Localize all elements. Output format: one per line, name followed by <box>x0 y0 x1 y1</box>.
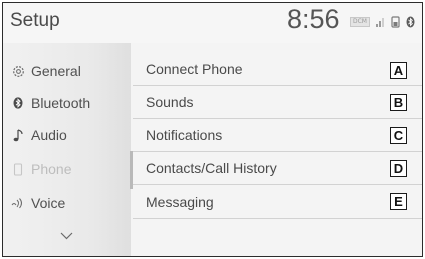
sidebar-item-label: General <box>31 63 81 79</box>
callout-label-d: D <box>390 160 407 177</box>
menu-item-label: Notifications <box>146 127 223 143</box>
menu-list: Connect Phone Sounds Notifications Conta… <box>133 43 422 256</box>
menu-item-label: Messaging <box>146 194 214 210</box>
menu-item-sounds[interactable]: Sounds <box>133 86 422 119</box>
sidebar: General Bluetooth Audio Phone Voice <box>3 43 133 256</box>
phone-battery-icon <box>391 16 400 28</box>
sidebar-item-bluetooth[interactable]: Bluetooth <box>3 87 131 119</box>
bluetooth-status-icon <box>406 16 415 28</box>
dcm-badge: DCM <box>350 17 370 27</box>
status-icons: DCM <box>350 15 415 29</box>
chevron-down-icon[interactable] <box>60 227 73 245</box>
menu-item-messaging[interactable]: Messaging <box>133 186 422 219</box>
menu-item-contacts-call-history[interactable]: Contacts/Call History <box>133 152 422 185</box>
page-title: Setup <box>10 10 60 31</box>
menu-item-label: Connect Phone <box>146 61 243 77</box>
sidebar-item-voice[interactable]: Voice <box>3 187 131 219</box>
voice-icon <box>11 196 25 210</box>
callout-label-a: A <box>390 62 407 79</box>
phone-icon <box>11 162 25 176</box>
sidebar-item-phone[interactable]: Phone <box>3 153 131 185</box>
clock: 8:56 <box>287 4 340 34</box>
gear-icon <box>11 64 25 78</box>
signal-icon <box>376 17 385 27</box>
sidebar-item-label: Phone <box>31 161 72 177</box>
sidebar-item-audio[interactable]: Audio <box>3 119 131 151</box>
callout-label-c: C <box>390 127 407 144</box>
sidebar-item-label: Audio <box>31 127 67 143</box>
callout-label-b: B <box>390 94 407 111</box>
setup-screen: Setup 8:56 DCM General Bluetooth Audio P… <box>2 2 423 257</box>
menu-item-label: Sounds <box>146 94 194 110</box>
menu-item-notifications[interactable]: Notifications <box>133 119 422 152</box>
sidebar-item-label: Bluetooth <box>31 95 91 111</box>
menu-item-connect-phone[interactable]: Connect Phone <box>133 53 422 86</box>
sidebar-item-label: Voice <box>31 195 66 211</box>
bluetooth-icon <box>11 96 25 110</box>
music-note-icon <box>11 128 25 142</box>
menu-item-label: Contacts/Call History <box>146 160 277 176</box>
header-bar: Setup 8:56 DCM <box>3 3 422 43</box>
sidebar-item-general[interactable]: General <box>3 55 131 87</box>
callout-label-e: E <box>390 193 407 210</box>
